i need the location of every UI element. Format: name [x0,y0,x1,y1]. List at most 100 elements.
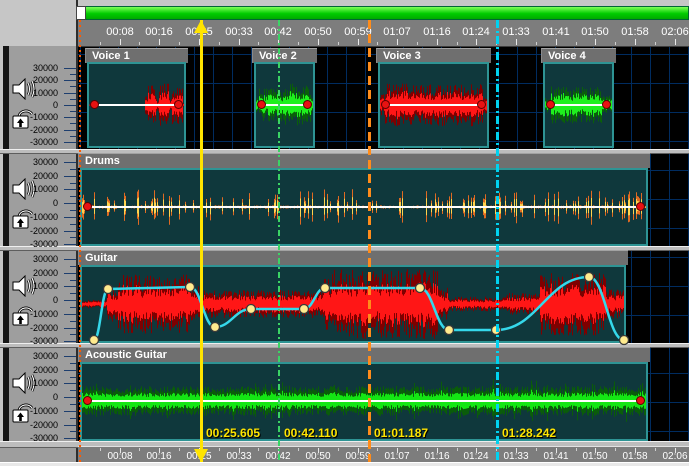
clip-handle-right[interactable] [477,100,486,109]
amplitude-scale-label: 20000 [20,268,58,278]
ruler-minor-tick [655,42,656,45]
amplitude-scale-label: -20000 [20,323,58,333]
amplitude-scale-label: -20000 [20,125,58,135]
amplitude-minor-tick [70,390,76,391]
volume-line[interactable] [384,104,483,106]
clip-handle-left[interactable] [83,396,92,405]
amplitude-minor-tick [70,431,76,432]
ruler-minor-tick [139,448,140,451]
clip-voice-4[interactable] [543,62,614,148]
amplitude-major-tick [64,105,76,106]
amplitude-scale-label: 30000 [20,254,58,264]
clip-header-voice-1[interactable]: Voice 1 [85,48,188,63]
amplitude-scale-label: 30000 [20,63,58,73]
clip-handle-right[interactable] [602,100,611,109]
amplitude-minor-tick [70,404,76,405]
envelope-point[interactable] [90,336,99,345]
clip-voice-3[interactable] [378,62,489,148]
clip-header-guitar[interactable]: Guitar [78,250,628,265]
ruler-minor-tick [536,448,537,451]
clip-guitar[interactable] [80,265,626,343]
ruler-major-tick [159,448,160,453]
zoom-scrollbar-handle[interactable] [76,6,86,20]
clip-voice-2[interactable] [254,62,315,148]
volume-line[interactable] [549,104,608,106]
envelope-point[interactable] [300,305,309,314]
marker-line-2[interactable] [368,20,371,462]
clip-header-drums[interactable]: Drums [78,153,650,168]
amplitude-scale-label: -30000 [20,433,58,443]
envelope-point[interactable] [416,284,425,293]
clip-header-voice-4[interactable]: Voice 4 [541,48,616,63]
envelope-point[interactable] [445,326,454,335]
amplitude-major-tick [64,130,76,131]
envelope-point[interactable] [247,305,256,314]
volume-line[interactable] [93,104,180,106]
clip-handle-right[interactable] [636,202,645,211]
volume-line[interactable] [260,104,309,106]
clip-header-voice-3[interactable]: Voice 3 [376,48,491,63]
envelope-point[interactable] [211,323,220,332]
clip-header-voice-2[interactable]: Voice 2 [252,48,317,63]
clip-drums[interactable] [80,168,648,246]
envelope-point[interactable] [321,284,330,293]
timeline-ruler-bottom[interactable]: 00:0800:1600:2500:3300:4200:5000:5901:07… [78,446,689,462]
marker-line-3[interactable] [496,20,499,462]
amplitude-major-tick [64,300,76,301]
clip-handle-left[interactable] [83,202,92,211]
envelope-point[interactable] [186,283,195,292]
ruler-minor-tick [576,42,577,45]
ruler-minor-tick [417,42,418,45]
clip-handle-right[interactable] [636,396,645,405]
envelope-point[interactable] [104,285,113,294]
clip-header-acoustic-guitar[interactable]: Acoustic Guitar [78,347,650,362]
amplitude-minor-tick [70,136,76,137]
zoom-scrollbar[interactable] [85,6,689,20]
ruler-minor-tick [576,448,577,451]
amplitude-scale-label: 0 [20,392,58,402]
playhead-arrow-down [194,449,208,462]
clip-handle-left[interactable] [257,100,266,109]
clip-handle-right[interactable] [303,100,312,109]
clip-title: Acoustic Guitar [85,349,167,361]
amplitude-major-tick [64,117,76,118]
ruler-minor-tick [615,448,616,451]
volume-line[interactable] [86,400,642,402]
amplitude-major-tick [64,341,76,342]
ruler-minor-tick [417,448,418,451]
amplitude-minor-tick [70,363,76,364]
clip-handle-right[interactable] [174,100,183,109]
amplitude-minor-tick [70,266,76,267]
clip-title: Guitar [85,252,117,264]
playhead-line[interactable] [200,20,203,462]
ruler-minor-tick [258,42,259,45]
timeline-ruler-top[interactable]: 00:0800:1600:2500:3300:4200:5000:5901:07… [78,20,689,47]
marker-line-1[interactable] [278,20,280,462]
clip-handle-left[interactable] [546,100,555,109]
clip-handle-left[interactable] [381,100,390,109]
amplitude-major-tick [64,162,76,163]
ruler-major-tick [239,448,240,453]
amplitude-minor-tick [70,111,76,112]
amplitude-major-tick [64,68,76,69]
envelope-point[interactable] [620,336,629,345]
amplitude-scale-label: 0 [20,100,58,110]
clip-acoustic-guitar[interactable] [80,362,648,441]
ruler-minor-tick [457,448,458,451]
ruler-major-tick [516,39,517,45]
ruler-minor-tick [100,448,101,451]
ruler-minor-tick [179,448,180,451]
ruler-major-tick [120,39,121,45]
amplitude-minor-tick [70,169,76,170]
ruler-major-tick [595,39,596,45]
clip-handle-left[interactable] [90,100,99,109]
clip-voice-1[interactable] [87,62,186,148]
ruler-major-tick [318,39,319,45]
volume-line[interactable] [86,206,642,208]
ruler-major-tick [476,39,477,45]
amplitude-scale-label: -10000 [20,212,58,222]
amplitude-scale-label: 0 [20,198,58,208]
envelope-point[interactable] [585,273,594,282]
marker-time-label: 01:28.242 [502,426,556,440]
volume-envelope[interactable] [82,267,624,341]
